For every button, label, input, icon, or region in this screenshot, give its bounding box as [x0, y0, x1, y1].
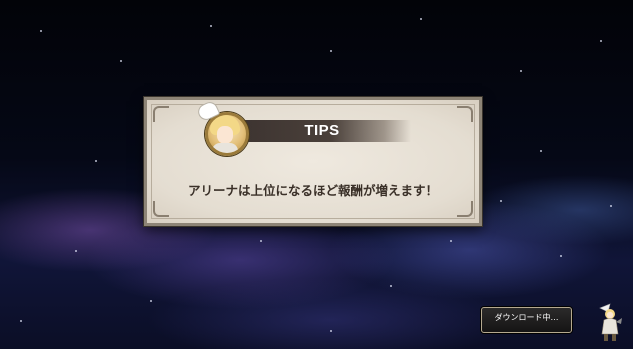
- character-portrait-icon: [205, 112, 249, 156]
- star: [540, 150, 542, 152]
- star: [450, 240, 452, 242]
- star: [330, 50, 332, 52]
- star: [500, 200, 502, 202]
- star: [210, 25, 212, 27]
- corner-ornament: [457, 201, 473, 217]
- star: [560, 255, 562, 257]
- star: [20, 320, 22, 322]
- star: [520, 70, 522, 72]
- star: [75, 250, 77, 252]
- tips-title-bar: TIPS: [233, 120, 411, 142]
- star: [330, 330, 332, 332]
- tips-title: TIPS: [304, 122, 340, 139]
- tips-dialog: TIPS アリーナは上位になるほど報酬が増えます！: [144, 97, 482, 226]
- star: [120, 60, 122, 62]
- corner-ornament: [153, 201, 169, 217]
- star: [40, 30, 42, 32]
- star: [610, 205, 612, 207]
- star: [95, 160, 97, 162]
- star: [420, 18, 422, 20]
- portrait-body: [212, 143, 238, 153]
- star: [600, 40, 602, 42]
- corner-ornament: [153, 106, 169, 122]
- loading-screen: TIPS アリーナは上位になるほど報酬が増えます！ ダウンロード中…: [0, 0, 633, 349]
- star: [150, 300, 152, 302]
- star: [390, 285, 392, 287]
- download-status-text: ダウンロード中…: [494, 313, 559, 322]
- download-status-box: ダウンロード中…: [481, 307, 572, 333]
- star: [260, 240, 262, 242]
- tips-message: アリーナは上位になるほど報酬が増えます！: [187, 183, 438, 198]
- loading-character-icon: [599, 303, 622, 341]
- corner-ornament: [457, 106, 473, 122]
- portrait-face: [217, 126, 233, 144]
